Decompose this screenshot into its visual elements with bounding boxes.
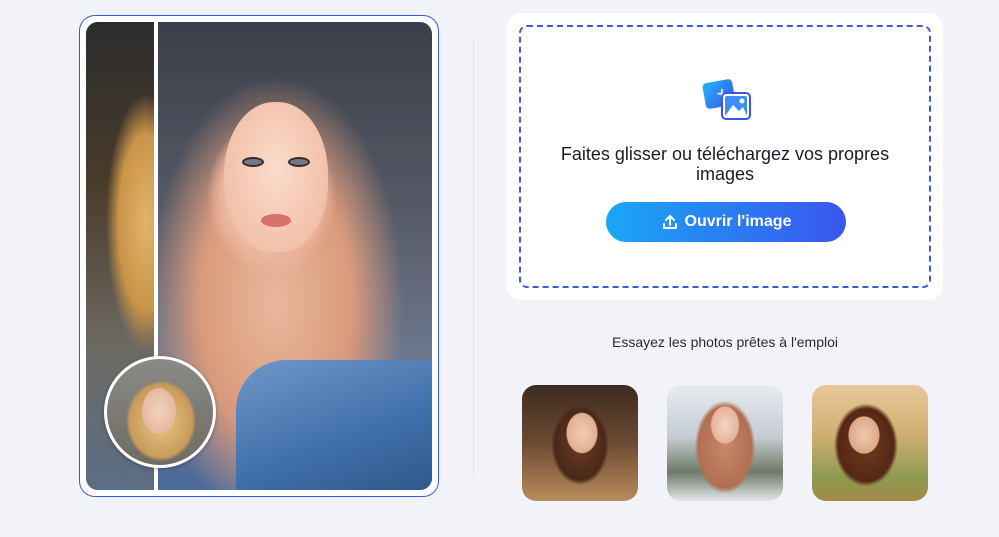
sample-photo-2[interactable] [667,385,783,501]
open-image-button[interactable]: Ouvrir l'image [606,202,846,242]
preview-lips [261,214,291,227]
drop-zone[interactable]: + Faites glisser ou téléchargez vos prop… [519,25,931,288]
preview-face [224,102,328,252]
original-photo-thumbnail [104,356,216,468]
open-image-button-label: Ouvrir l'image [684,213,792,230]
preview-eye-right [288,157,310,167]
preview-eye-left [242,157,264,167]
upload-card: + Faites glisser ou téléchargez vos prop… [507,13,943,300]
preview-jacket [236,360,432,490]
image-add-icon: + [702,79,751,120]
upload-icon [662,215,677,229]
sample-photo-3[interactable] [812,385,928,501]
vertical-separator [473,40,474,475]
sample-photos-heading: Essayez les photos prêtes à l'emploi [611,334,838,350]
sample-photo-1[interactable] [522,385,638,501]
upload-instructions: Faites glisser ou téléchargez vos propre… [560,144,890,184]
before-after-preview [79,15,439,497]
